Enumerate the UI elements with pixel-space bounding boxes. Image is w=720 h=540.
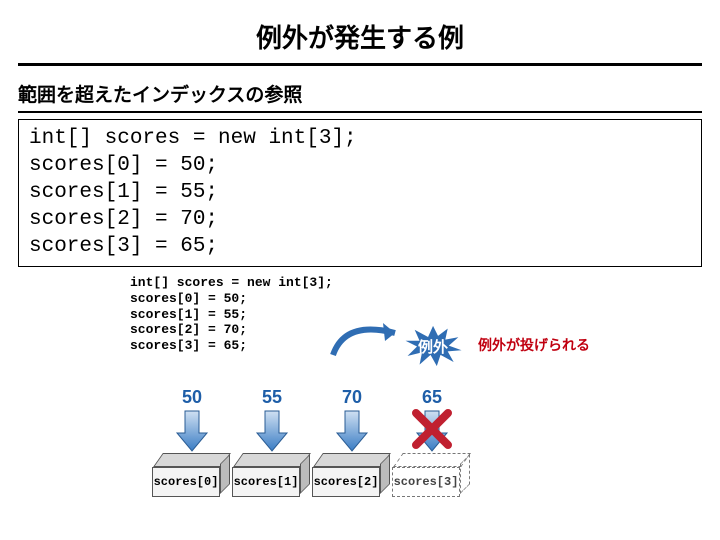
section-subtitle: 範囲を超えたインデックスの参照 [18,80,702,113]
slot-label: scores[3] [392,467,460,497]
exception-burst-icon: 例外 [400,323,466,369]
arrow-down-icon [312,409,392,453]
value-cell: 70 [312,387,392,408]
slot-label: scores[1] [232,467,300,497]
curve-arrow-icon [325,315,405,365]
value-cell: 55 [232,387,312,408]
arrow-down-icon [152,409,232,453]
arrow-down-icon [232,409,312,453]
slot-label: scores[0] [152,467,220,497]
code-main: int[] scores = new int[3]; scores[0] = 5… [18,119,702,267]
exception-burst-label: 例外 [400,323,466,369]
array-slot: scores[0] [152,453,232,513]
array-slot: scores[1] [232,453,312,513]
array-slot: scores[2] [312,453,392,513]
slot-row: scores[0] scores[1] scores[2] scores[3] [152,453,472,513]
code-small: int[] scores = new int[3]; scores[0] = 5… [130,275,333,353]
array-slot-invalid: scores[3] [392,453,472,513]
page-title: 例外が発生する例 [18,12,702,66]
value-cell: 50 [152,387,232,408]
value-cell: 65 [392,387,472,408]
cross-icon [410,407,454,451]
exception-thrown-label: 例外が投げられる [478,335,590,355]
slot-label: scores[2] [312,467,380,497]
diagram-area: int[] scores = new int[3]; scores[0] = 5… [80,275,640,525]
value-row: 50 55 70 65 [152,387,472,408]
